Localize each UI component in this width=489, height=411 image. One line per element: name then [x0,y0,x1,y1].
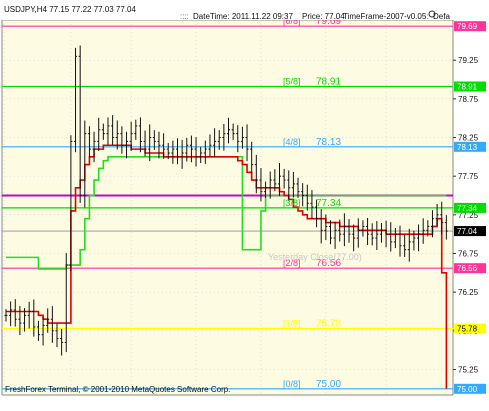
murrey-level-value: 78.13 [316,137,341,148]
murrey-level-label: [4/8] [283,137,301,147]
price-tag-label: 77.34 [457,204,478,213]
y-tick-label: 78.75 [458,95,479,104]
murrey-level-value: 75.78 [316,319,341,330]
price-tag: 77.34 [454,202,486,213]
price-tag-label: 75.78 [457,325,478,334]
price-tag: 75.78 [454,323,486,334]
price-tag: 76.56 [454,263,486,274]
murrey-level-value: 77.34 [316,198,341,209]
price-tag: 75.00 [454,383,486,394]
price-label: Price: 77.04 [302,12,345,21]
price-tag-label: 78.91 [457,82,478,91]
murrey-level-label: [5/8] [283,76,301,86]
price-tag-label: 76.56 [457,264,478,273]
yesterday-close-label: Yesterday Close(77.00) [268,252,362,262]
header-dots: :::: [180,12,189,21]
y-tick-label: 78.25 [458,134,479,143]
price-tag-label: 78.13 [457,143,478,152]
murrey-level-label: [0/8] [283,379,301,389]
time-axis[interactable] [0,395,489,411]
y-tick-label: 76.75 [458,250,479,259]
price-tag-label: 77.04 [457,227,478,236]
datetime-label: DateTime: 2011.11.22 09:37 [193,12,293,21]
symbol-info: USDJPY,H4 77.15 77.22 77.03 77.04 [4,5,137,14]
copyright: FreshForex Terminal, © 2001-2010 MetaQuo… [5,385,230,394]
y-tick-label: 77.75 [458,172,479,181]
murrey-level-label: [1/8] [283,319,301,329]
murrey-level-value: 75.00 [316,379,341,390]
y-tick-label: 75.25 [458,365,479,374]
truncated-label: Defa [433,12,450,21]
murrey-level-label: [3/8] [283,198,301,208]
price-tag-label: 75.00 [457,385,478,394]
price-tag-label: 79.69 [457,22,478,31]
y-tick-label: 76.25 [458,288,479,297]
price-tag: 78.91 [454,81,486,92]
price-chart[interactable]: [6/8] 79.69[5/8] 78.91[4/8] 78.13[3/8] 77.34… [0,0,489,411]
timeframe-label: TimeFrame-2007-v0.05 [343,12,427,21]
price-tag: 78.13 [454,141,486,152]
y-tick-label: 79.25 [458,56,479,65]
header-dots-right: :: [424,12,428,21]
murrey-level-value: 78.91 [316,76,341,87]
price-tag: 77.04 [454,226,486,237]
price-tag: 79.69 [454,21,486,32]
